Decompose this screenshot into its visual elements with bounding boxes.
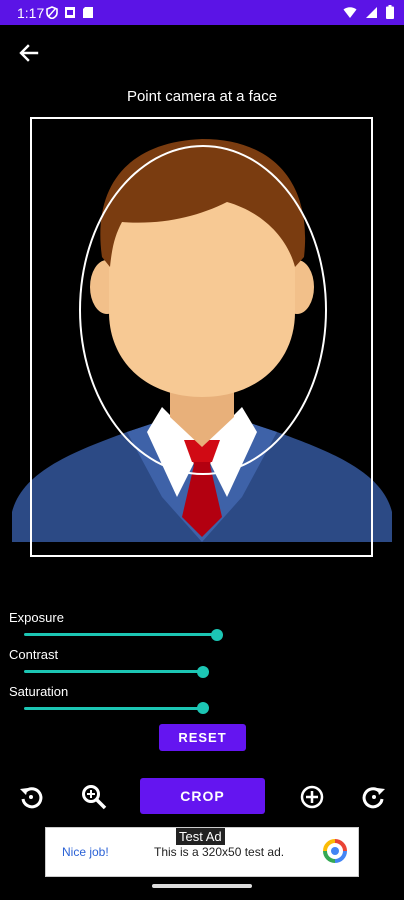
contrast-slider-track[interactable] <box>24 670 203 673</box>
face-guide-oval <box>79 145 327 475</box>
status-time: 1:17 <box>17 5 45 21</box>
zoom-out-plus-icon[interactable] <box>298 783 326 811</box>
home-indicator[interactable] <box>152 884 252 888</box>
zoom-in-icon[interactable] <box>80 783 108 811</box>
rotate-left-icon[interactable] <box>17 783 45 811</box>
crop-button[interactable]: CROP <box>140 778 265 814</box>
shield-icon <box>46 6 58 19</box>
ad-body-text[interactable]: This is a 320x50 test ad. <box>154 845 284 859</box>
saturation-label: Saturation <box>9 684 69 699</box>
exposure-slider-thumb[interactable] <box>211 629 223 641</box>
contrast-slider-thumb[interactable] <box>197 666 209 678</box>
notification-icon <box>65 7 75 18</box>
status-bar: 1:17 <box>0 0 404 25</box>
saturation-slider-thumb[interactable] <box>197 702 209 714</box>
wifi-icon <box>343 6 357 18</box>
ad-tag: Test Ad <box>176 828 225 845</box>
back-arrow-icon[interactable] <box>16 40 42 66</box>
signal-icon <box>366 6 377 18</box>
reset-button[interactable]: RESET <box>159 724 246 751</box>
ad-headline[interactable]: Nice job! <box>62 845 109 859</box>
instruction-text: Point camera at a face <box>126 88 278 105</box>
ad-logo-icon[interactable] <box>322 838 348 864</box>
sd-card-icon <box>83 7 93 18</box>
exposure-slider-track[interactable] <box>24 633 217 636</box>
contrast-label: Contrast <box>9 647 59 662</box>
battery-icon <box>386 5 394 19</box>
exposure-label: Exposure <box>9 610 64 625</box>
saturation-slider-track[interactable] <box>24 707 203 710</box>
rotate-right-icon[interactable] <box>360 783 388 811</box>
